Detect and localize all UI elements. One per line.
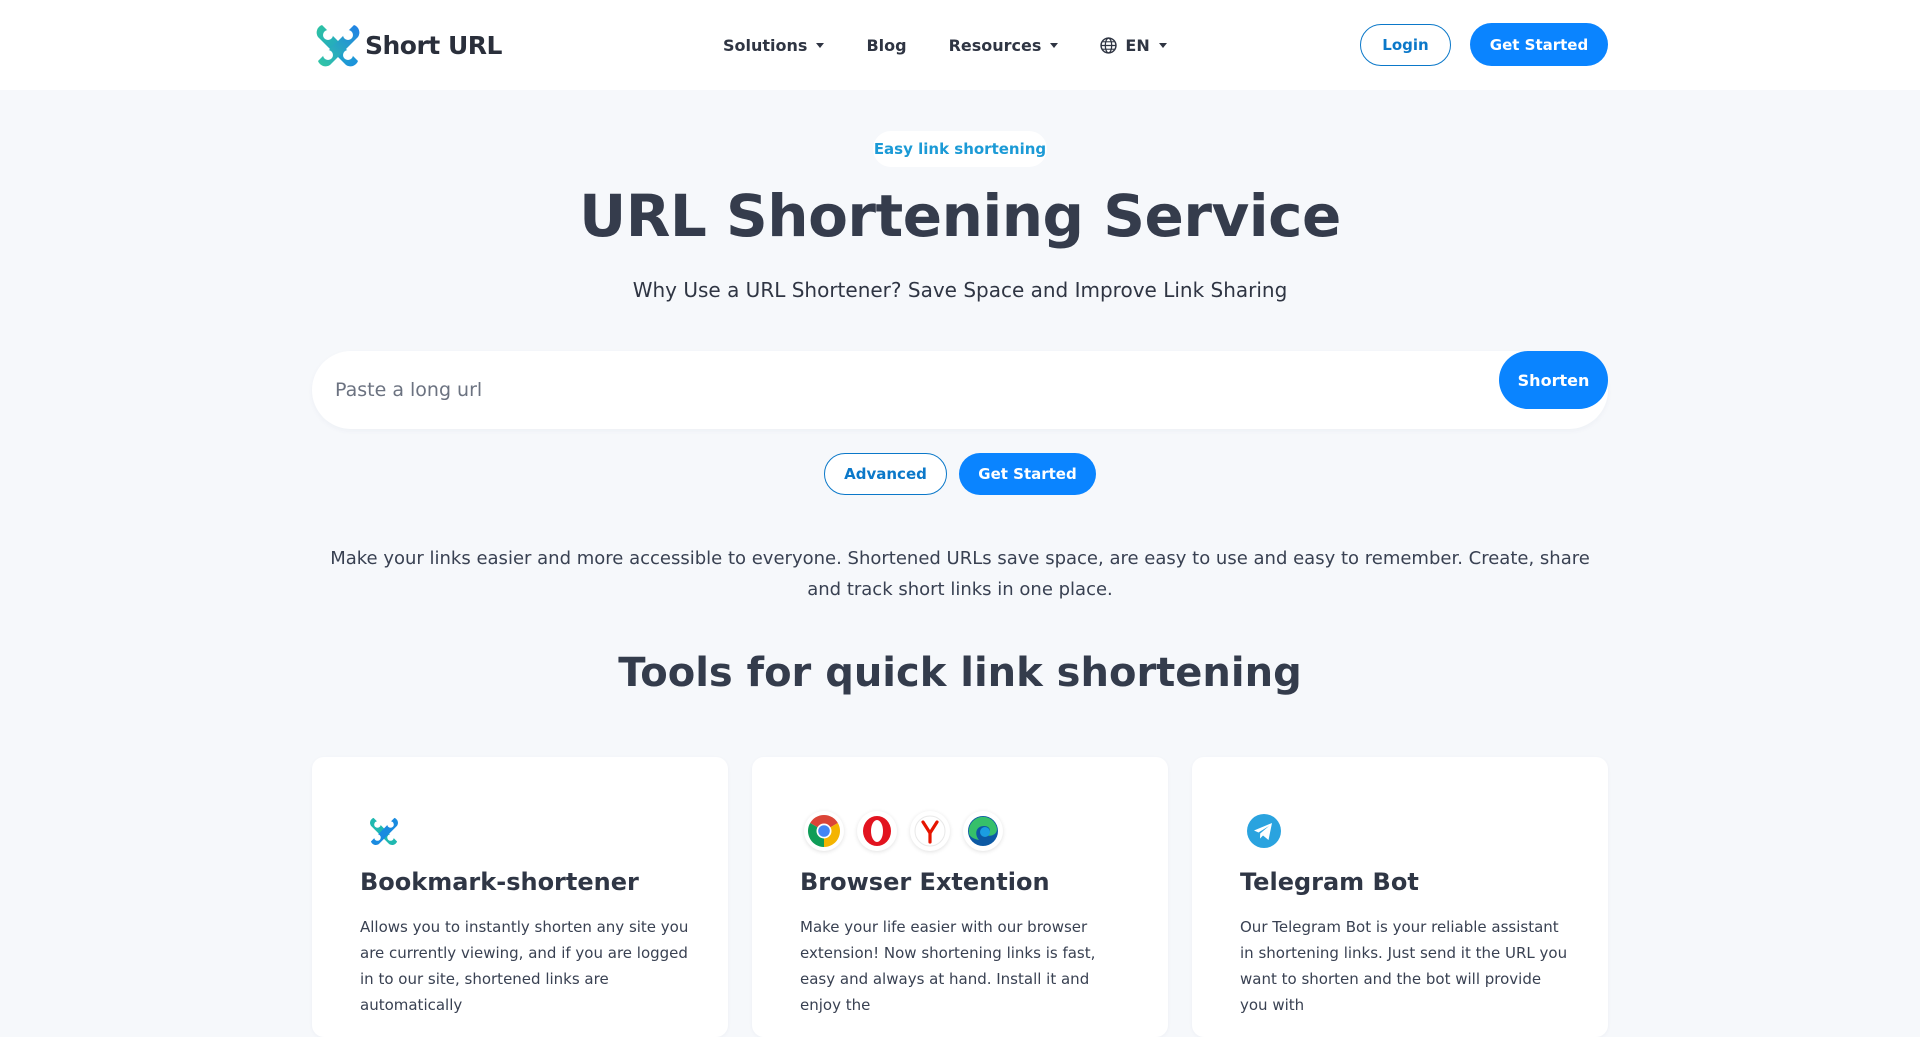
card-text: Make your life easier with our browser e… [800,918,1096,1014]
nav-item-label: Solutions [723,35,808,55]
nav-item-solutions[interactable]: Solutions [723,35,825,55]
card-icons [1244,811,1297,851]
card-text: Allows you to instantly shorten any site… [360,918,689,1014]
brand-name: Short URL [365,30,502,60]
long-url-input[interactable] [335,371,1485,409]
card-icons [804,811,1016,851]
card-title: Bookmark-shortener [360,868,639,896]
tool-card-browser-extension[interactable]: Browser Extention Make your life easier … [752,757,1168,1037]
card-title: Browser Extention [800,868,1050,896]
navbar: Short URL Solutions Blog Resources EN Lo… [0,0,1920,90]
nav-item-blog[interactable]: Blog [866,36,906,55]
nav-item-label: Resources [948,35,1042,55]
card-text: Our Telegram Bot is your reliable assist… [1240,918,1568,1014]
globe-icon [1100,36,1118,54]
tool-card-telegram-bot[interactable]: Telegram Bot Our Telegram Bot is your re… [1192,757,1608,1037]
login-button[interactable]: Login [1360,24,1451,66]
hero-description: Make your links easier and more accessib… [330,548,1590,600]
tools-section-title: Tools for quick link shortening [618,650,1302,696]
tool-card-bookmark[interactable]: Bookmark-shortener Allows you to instant… [312,757,728,1037]
caret-down-icon [1050,42,1059,48]
yandex-icon[interactable] [910,811,950,851]
hero-badge: Easy link shortening [873,131,1047,167]
nav-get-started-button[interactable]: Get Started [1470,23,1608,66]
url-shorten-form: Shorten [312,351,1608,429]
card-icons [364,811,417,851]
nav-item-label: Blog [866,35,907,55]
navbar-inner: Short URL Solutions Blog Resources EN Lo… [312,0,1608,90]
card-title: Telegram Bot [1240,868,1419,896]
caret-down-icon [816,42,825,48]
nav-item-resources[interactable]: Resources [949,36,1059,55]
caret-down-icon [1158,42,1167,48]
page-title: URL Shortening Service [579,182,1341,250]
shorten-button[interactable]: Shorten [1499,351,1608,409]
short-url-logo-icon [316,25,360,67]
telegram-icon [1244,811,1284,851]
edge-icon[interactable] [963,811,1003,851]
opera-icon[interactable] [857,811,897,851]
chrome-icon[interactable] [804,811,844,851]
short-url-logo-icon [364,811,404,851]
hero-get-started-button[interactable]: Get Started [959,453,1096,495]
hero-subtitle: Why Use a URL Shortener? Save Space and … [632,278,1288,302]
language-label: EN [1125,35,1150,55]
main-nav: Solutions Blog Resources EN [723,0,1209,90]
language-selector[interactable]: EN [1100,35,1167,55]
brand-logo[interactable]: Short URL [312,19,502,71]
advanced-button[interactable]: Advanced [824,453,947,495]
